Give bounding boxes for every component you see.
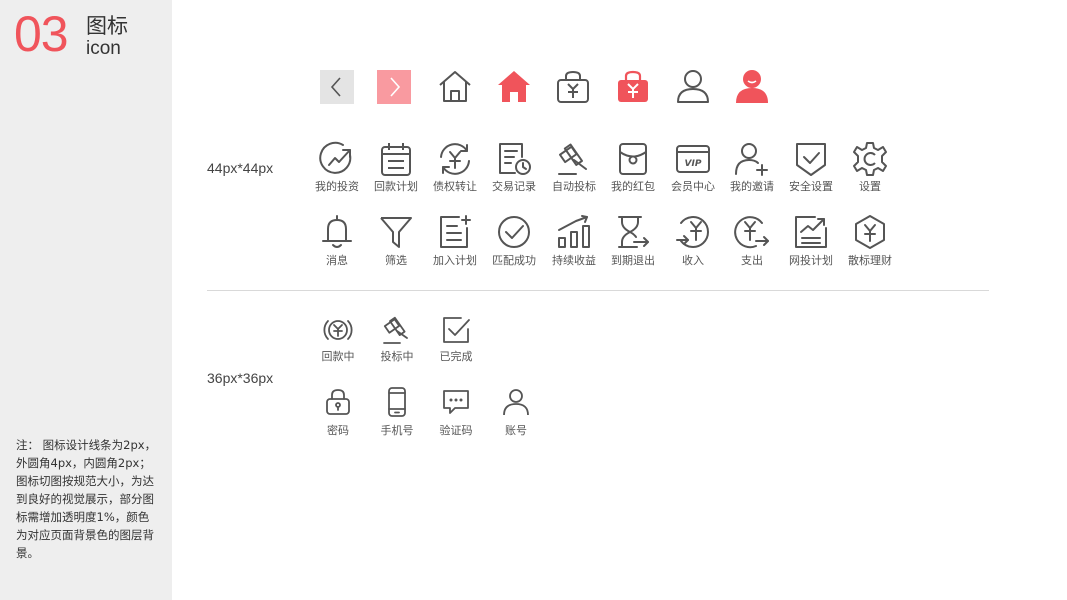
label-completed: 已完成 (439, 350, 473, 363)
trend-up-icon[interactable] (319, 141, 355, 177)
lock-icon[interactable] (323, 387, 353, 417)
yen-coins-icon[interactable] (323, 315, 353, 345)
size-label-36: 36px*36px (207, 370, 274, 386)
yen-in-icon[interactable] (675, 214, 711, 250)
label-account: 账号 (505, 424, 527, 437)
label-loose-bid-finance: 散标理财 (848, 254, 892, 267)
hourglass-exit-icon[interactable] (615, 214, 651, 250)
gavel-small-icon[interactable] (382, 315, 412, 345)
chevron-right-icon[interactable] (377, 70, 411, 104)
yen-out-icon[interactable] (734, 214, 770, 250)
bell-icon[interactable] (319, 214, 355, 250)
red-envelope-icon[interactable] (615, 141, 651, 177)
sidebar-panel: 03 图标 icon 注： 图标设计线条为2px，外圆角4px，内圆角2px；图… (0, 0, 172, 600)
record-clock-icon[interactable] (496, 141, 532, 177)
section-title-cn: 图标 (86, 14, 128, 38)
user-outline-icon[interactable] (675, 68, 711, 104)
account-icon[interactable] (501, 387, 531, 417)
section-title-en: icon (86, 38, 121, 59)
home-filled-icon[interactable] (496, 68, 532, 104)
design-note: 注： 图标设计线条为2px，外圆角4px，内圆角2px；图标切图按规范大小，为达… (16, 438, 157, 560)
yen-refresh-icon[interactable] (437, 141, 473, 177)
vip-card-icon[interactable]: VIP (675, 141, 711, 177)
gear-icon[interactable] (852, 141, 888, 177)
check-circle-icon[interactable] (496, 214, 532, 250)
hexagon-yen-icon[interactable] (852, 214, 888, 250)
chevron-left-icon[interactable] (320, 70, 354, 104)
checkbox-icon[interactable] (441, 315, 471, 345)
shield-check-icon[interactable] (793, 141, 829, 177)
calendar-plan-icon[interactable] (378, 141, 414, 177)
section-divider (207, 290, 989, 291)
user-add-icon[interactable] (734, 141, 770, 177)
list-add-icon[interactable] (437, 214, 473, 250)
chat-dots-icon[interactable] (441, 387, 471, 417)
label-settings: 设置 (859, 180, 881, 193)
online-plan-icon[interactable] (793, 214, 829, 250)
filter-icon[interactable] (378, 214, 414, 250)
gavel-icon[interactable] (556, 141, 592, 177)
user-filled-icon[interactable] (734, 68, 770, 104)
wallet-outline-icon[interactable] (555, 68, 591, 104)
phone-icon[interactable] (382, 387, 412, 417)
section-number: 03 (14, 6, 69, 62)
bar-growth-icon[interactable] (556, 214, 592, 250)
size-label-44: 44px*44px (207, 160, 274, 176)
svg-text:VIP: VIP (685, 159, 702, 169)
wallet-filled-icon[interactable] (615, 68, 651, 104)
home-outline-icon[interactable] (437, 68, 473, 104)
